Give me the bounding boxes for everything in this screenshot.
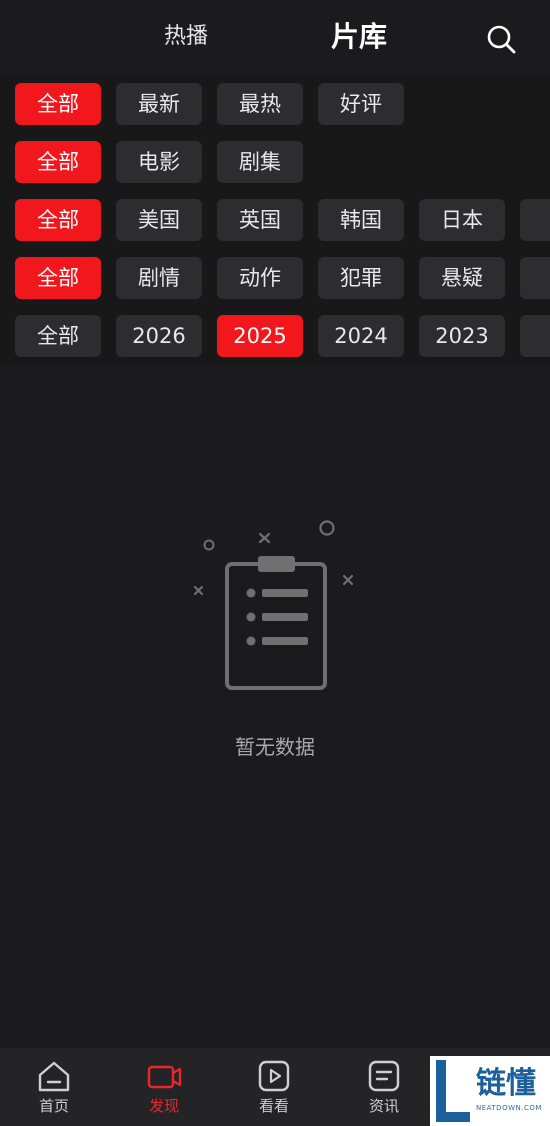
filter-panel: 全部最新最热好评 全部电影剧集 全部美国英国韩国日本其 全部剧情动作犯罪悬疑科 … xyxy=(0,76,550,364)
genre-filter-chip[interactable]: 全部 xyxy=(15,257,101,299)
sort-filter-chip[interactable]: 最热 xyxy=(217,83,303,125)
sort-filter-chip[interactable]: 好评 xyxy=(318,83,404,125)
year-filter-chip[interactable]: 2 xyxy=(520,315,550,357)
nav-label-discover: 发现 xyxy=(148,1097,179,1115)
watermark-subtext: NEATDOWN.COM xyxy=(476,1104,542,1112)
news-icon xyxy=(368,1060,400,1092)
search-button[interactable] xyxy=(484,22,518,56)
watermark-text: 链懂 xyxy=(476,1066,536,1101)
type-filter-chip[interactable]: 全部 xyxy=(15,141,101,183)
sort-filter-chip[interactable]: 最新 xyxy=(116,83,202,125)
nav-item-watch[interactable]: 看看 xyxy=(234,1048,314,1126)
genre-filter-chip[interactable]: 悬疑 xyxy=(419,257,505,299)
genre-filter-chip[interactable]: 剧情 xyxy=(116,257,202,299)
watermark-logo: 链懂 NEATDOWN.COM xyxy=(430,1056,550,1126)
tab-hot[interactable]: 热播 xyxy=(164,22,208,52)
watermark-l-icon xyxy=(436,1060,470,1122)
year-filter-chip[interactable]: 2024 xyxy=(318,315,404,357)
type-filter-chip[interactable]: 电影 xyxy=(116,141,202,183)
nav-item-news[interactable]: 资讯 xyxy=(344,1048,424,1126)
home-icon xyxy=(38,1061,70,1092)
region-filter-chip[interactable]: 日本 xyxy=(419,199,505,241)
tab-library[interactable]: 片库 xyxy=(331,19,387,55)
nav-label-watch: 看看 xyxy=(258,1097,289,1115)
nav-label-home: 首页 xyxy=(38,1097,69,1115)
nav-label-news: 资讯 xyxy=(368,1097,399,1115)
library-page: 热播 片库 全部最新最热好评 全部电影剧集 全部美国英国韩国日本其 全部剧情动作… xyxy=(0,0,550,1126)
region-filter-chip[interactable]: 美国 xyxy=(116,199,202,241)
genre-filter-chip[interactable]: 动作 xyxy=(217,257,303,299)
nav-item-discover[interactable]: 发现 xyxy=(124,1048,204,1126)
year-filter-chip[interactable]: 2025 xyxy=(217,315,303,357)
region-filter-chip[interactable]: 其 xyxy=(520,199,550,241)
region-filter-chip[interactable]: 全部 xyxy=(15,199,101,241)
year-filter-chip[interactable]: 全部 xyxy=(15,315,101,357)
top-bar: 热播 片库 xyxy=(0,0,550,76)
type-filter-chip[interactable]: 剧集 xyxy=(217,141,303,183)
year-filter-chip[interactable]: 2023 xyxy=(419,315,505,357)
region-filter-chip[interactable]: 韩国 xyxy=(318,199,404,241)
play-icon xyxy=(258,1060,290,1092)
clipboard-empty-icon xyxy=(193,520,354,690)
year-filter-chip[interactable]: 2026 xyxy=(116,315,202,357)
video-camera-icon xyxy=(147,1065,182,1089)
search-icon xyxy=(487,25,516,54)
nav-item-home[interactable]: 首页 xyxy=(14,1048,94,1126)
genre-filter-chip[interactable]: 科 xyxy=(520,257,550,299)
sort-filter-chip[interactable]: 全部 xyxy=(15,83,101,125)
empty-state-text: 暂无数据 xyxy=(235,735,315,759)
region-filter-chip[interactable]: 英国 xyxy=(217,199,303,241)
genre-filter-chip[interactable]: 犯罪 xyxy=(318,257,404,299)
